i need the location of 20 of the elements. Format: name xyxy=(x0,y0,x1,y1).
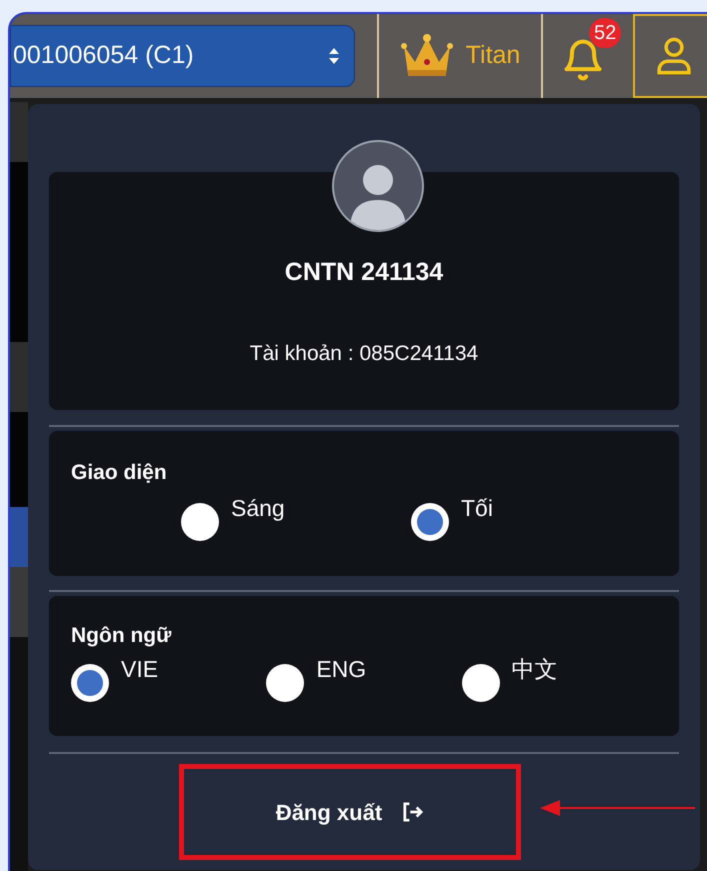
notification-badge: 52 xyxy=(589,18,622,48)
sort-icon xyxy=(328,47,340,65)
logout-icon xyxy=(402,802,424,822)
account-select[interactable]: 001006054 (C1) xyxy=(10,25,355,87)
radio-button[interactable] xyxy=(181,502,219,540)
radio-button[interactable] xyxy=(462,664,500,702)
option-label: ENG xyxy=(316,654,366,684)
user-button[interactable] xyxy=(633,14,707,98)
option-label: VIE xyxy=(121,654,158,684)
option-label: 中文 xyxy=(512,654,558,684)
radio-button[interactable] xyxy=(71,664,109,702)
user-name: CNTN 241134 xyxy=(284,257,444,288)
section-title: Ngôn ngữ xyxy=(71,624,172,647)
radio-button[interactable] xyxy=(266,664,304,702)
radio-button[interactable] xyxy=(411,502,449,540)
option-label: Tối xyxy=(461,494,493,522)
account-number: Tài khoản : 085C241134 xyxy=(250,340,478,366)
option-label: Sáng xyxy=(231,494,285,523)
tier-button[interactable]: Titan xyxy=(377,14,541,98)
section-title: Giao diện xyxy=(71,461,167,484)
